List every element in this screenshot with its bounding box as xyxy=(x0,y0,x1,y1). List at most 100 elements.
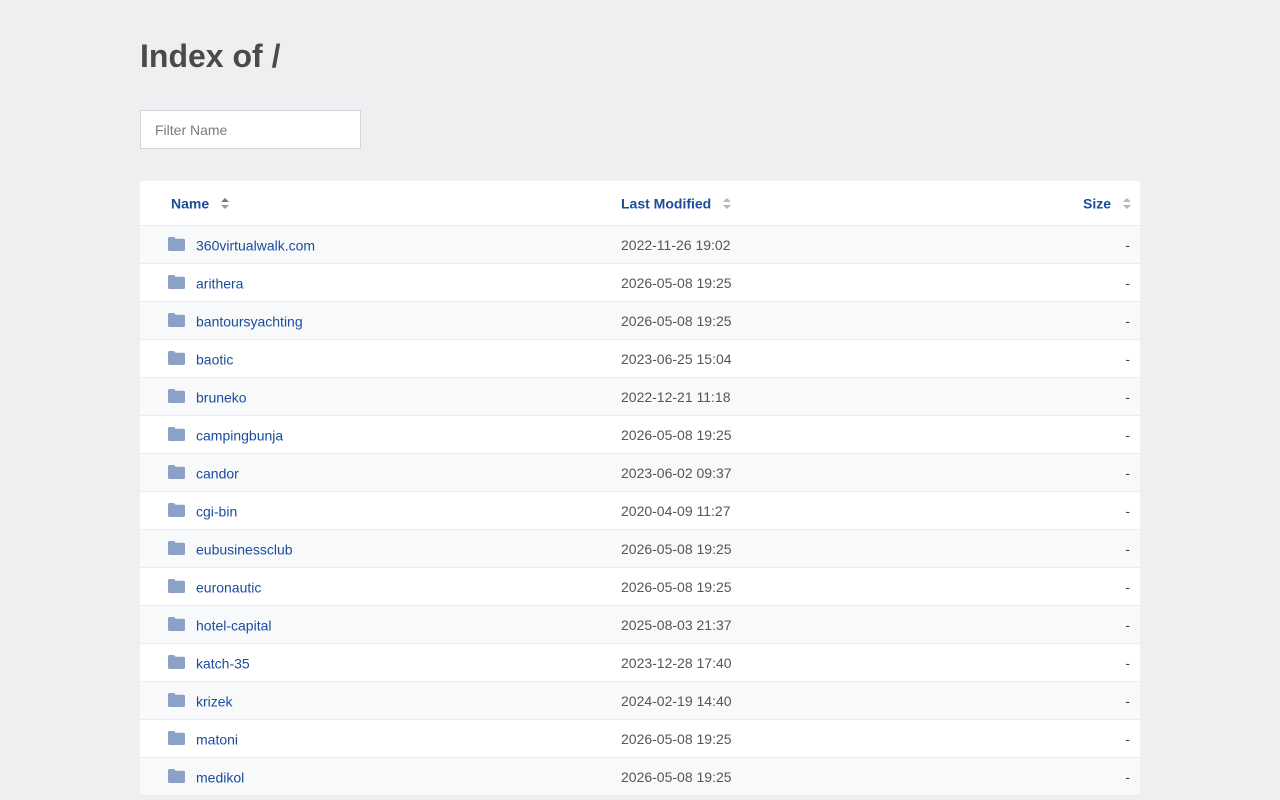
cell-last-modified: 2023-12-28 17:40 xyxy=(621,654,732,671)
table-row: baotic 2023-06-25 15:04 - xyxy=(140,339,1140,378)
table-header-row: Name Last Modified Size xyxy=(140,181,1140,226)
cell-name: medikol xyxy=(140,758,621,796)
cell-size: - xyxy=(1125,768,1130,785)
cell-last-modified: 2024-02-19 14:40 xyxy=(621,692,732,709)
folder-link[interactable]: bruneko xyxy=(196,389,247,405)
cell-name: arithera xyxy=(140,264,621,302)
table-row: medikol 2026-05-08 19:25 - xyxy=(140,757,1140,796)
cell-size: - xyxy=(1125,350,1130,367)
cell-last-modified: 2026-05-08 19:25 xyxy=(621,578,732,595)
cell-name: matoni xyxy=(140,720,621,758)
cell-last-modified: 2026-05-08 19:25 xyxy=(621,426,732,443)
cell-last-modified: 2026-05-08 19:25 xyxy=(621,312,732,329)
cell-last-modified: 2026-05-08 19:25 xyxy=(621,768,732,785)
cell-name: krizek xyxy=(140,682,621,720)
folder-link[interactable]: krizek xyxy=(196,693,233,709)
cell-last-modified: 2022-12-21 11:18 xyxy=(621,388,731,405)
folder-icon xyxy=(168,351,185,366)
cell-size: - xyxy=(1125,464,1130,481)
folder-link[interactable]: medikol xyxy=(196,769,244,785)
cell-size: - xyxy=(1125,692,1130,709)
folder-link[interactable]: cgi-bin xyxy=(196,503,237,519)
sort-arrows-icon[interactable] xyxy=(723,197,732,210)
table-row: cgi-bin 2020-04-09 11:27 - xyxy=(140,491,1140,530)
folder-link[interactable]: arithera xyxy=(196,275,243,291)
folder-link[interactable]: hotel-capital xyxy=(196,617,272,633)
cell-size: - xyxy=(1125,730,1130,747)
cell-size: - xyxy=(1125,578,1130,595)
folder-icon xyxy=(168,503,185,518)
folder-link[interactable]: 360virtualwalk.com xyxy=(196,237,315,253)
table-row: candor 2023-06-02 09:37 - xyxy=(140,453,1140,492)
table-row: matoni 2026-05-08 19:25 - xyxy=(140,719,1140,758)
sort-arrows-icon[interactable] xyxy=(1123,197,1131,210)
folder-icon xyxy=(168,427,185,442)
cell-last-modified: 2023-06-02 09:37 xyxy=(621,464,732,481)
folder-icon xyxy=(168,579,185,594)
cell-name: euronautic xyxy=(140,568,621,606)
folder-icon xyxy=(168,731,185,746)
cell-last-modified: 2023-06-25 15:04 xyxy=(621,350,732,367)
table-row: bantoursyachting 2026-05-08 19:25 - xyxy=(140,301,1140,340)
column-header-size[interactable]: Size xyxy=(963,181,1140,226)
cell-name: bantoursyachting xyxy=(140,302,621,340)
folder-icon xyxy=(168,237,185,252)
table-row: euronautic 2026-05-08 19:25 - xyxy=(140,567,1140,606)
folder-link[interactable]: euronautic xyxy=(196,579,261,595)
table-body: 360virtualwalk.com 2022-11-26 19:02- arith… xyxy=(140,225,1140,796)
table-row: arithera 2026-05-08 19:25 - xyxy=(140,263,1140,302)
cell-name: baotic xyxy=(140,340,621,378)
cell-name: katch-35 xyxy=(140,644,621,682)
folder-link[interactable]: campingbunja xyxy=(196,427,283,443)
cell-size: - xyxy=(1125,388,1130,405)
table-row: eubusinessclub 2026-05-08 19:25 - xyxy=(140,529,1140,568)
table-row: campingbunja 2026-05-08 19:25 - xyxy=(140,415,1140,454)
folder-icon xyxy=(168,313,185,328)
sort-by-size-button[interactable]: Size xyxy=(1083,196,1111,212)
column-header-last-modified[interactable]: Last Modified xyxy=(621,181,964,226)
table-row: hotel-capital 2025-08-03 21:37 - xyxy=(140,605,1140,644)
cell-last-modified: 2025-08-03 21:37 xyxy=(621,616,732,633)
table-row: krizek 2024-02-19 14:40 - xyxy=(140,681,1140,720)
cell-size: - xyxy=(1125,502,1130,519)
cell-name: candor xyxy=(140,454,621,492)
cell-name: campingbunja xyxy=(140,416,621,454)
cell-size: - xyxy=(1125,312,1130,329)
cell-last-modified: 2026-05-08 19:25 xyxy=(621,540,732,557)
cell-last-modified: 2022-11-26 19:02 xyxy=(621,236,731,253)
cell-size: - xyxy=(1125,236,1130,253)
cell-name: 360virtualwalk.com xyxy=(140,226,621,264)
cell-size: - xyxy=(1125,654,1130,671)
table-row: bruneko 2022-12-21 11:18 - xyxy=(140,377,1140,416)
sort-by-modified-button[interactable]: Last Modified xyxy=(621,196,711,212)
folder-link[interactable]: matoni xyxy=(196,731,238,747)
page-title: Index of / xyxy=(140,38,281,74)
folder-link[interactable]: baotic xyxy=(196,351,233,367)
folder-link[interactable]: bantoursyachting xyxy=(196,313,303,329)
cell-name: bruneko xyxy=(140,378,621,416)
folder-icon xyxy=(168,541,185,556)
cell-name: eubusinessclub xyxy=(140,530,621,568)
filter-name-input[interactable] xyxy=(140,110,361,149)
folder-link[interactable]: katch-35 xyxy=(196,655,250,671)
folder-icon xyxy=(168,693,185,708)
cell-last-modified: 2026-05-08 19:25 xyxy=(621,730,732,747)
column-header-name[interactable]: Name xyxy=(140,181,621,226)
cell-last-modified: 2020-04-09 11:27 xyxy=(621,502,731,519)
directory-listing-table: Name Last Modified Size 360virtualwalk.c… xyxy=(140,181,1140,796)
cell-size: - xyxy=(1125,616,1130,633)
table-row: 360virtualwalk.com 2022-11-26 19:02 - xyxy=(140,225,1140,264)
cell-name: cgi-bin xyxy=(140,492,621,530)
folder-icon xyxy=(168,389,185,404)
folder-icon xyxy=(168,769,185,784)
folder-icon xyxy=(168,617,185,632)
cell-size: - xyxy=(1125,274,1130,291)
folder-icon xyxy=(168,465,185,480)
folder-icon xyxy=(168,275,185,290)
folder-link[interactable]: eubusinessclub xyxy=(196,541,293,557)
sort-by-name-button[interactable]: Name xyxy=(171,196,209,212)
cell-size: - xyxy=(1125,426,1130,443)
table-row: katch-35 2023-12-28 17:40 - xyxy=(140,643,1140,682)
folder-link[interactable]: candor xyxy=(196,465,239,481)
sort-arrows-icon[interactable] xyxy=(221,197,230,210)
